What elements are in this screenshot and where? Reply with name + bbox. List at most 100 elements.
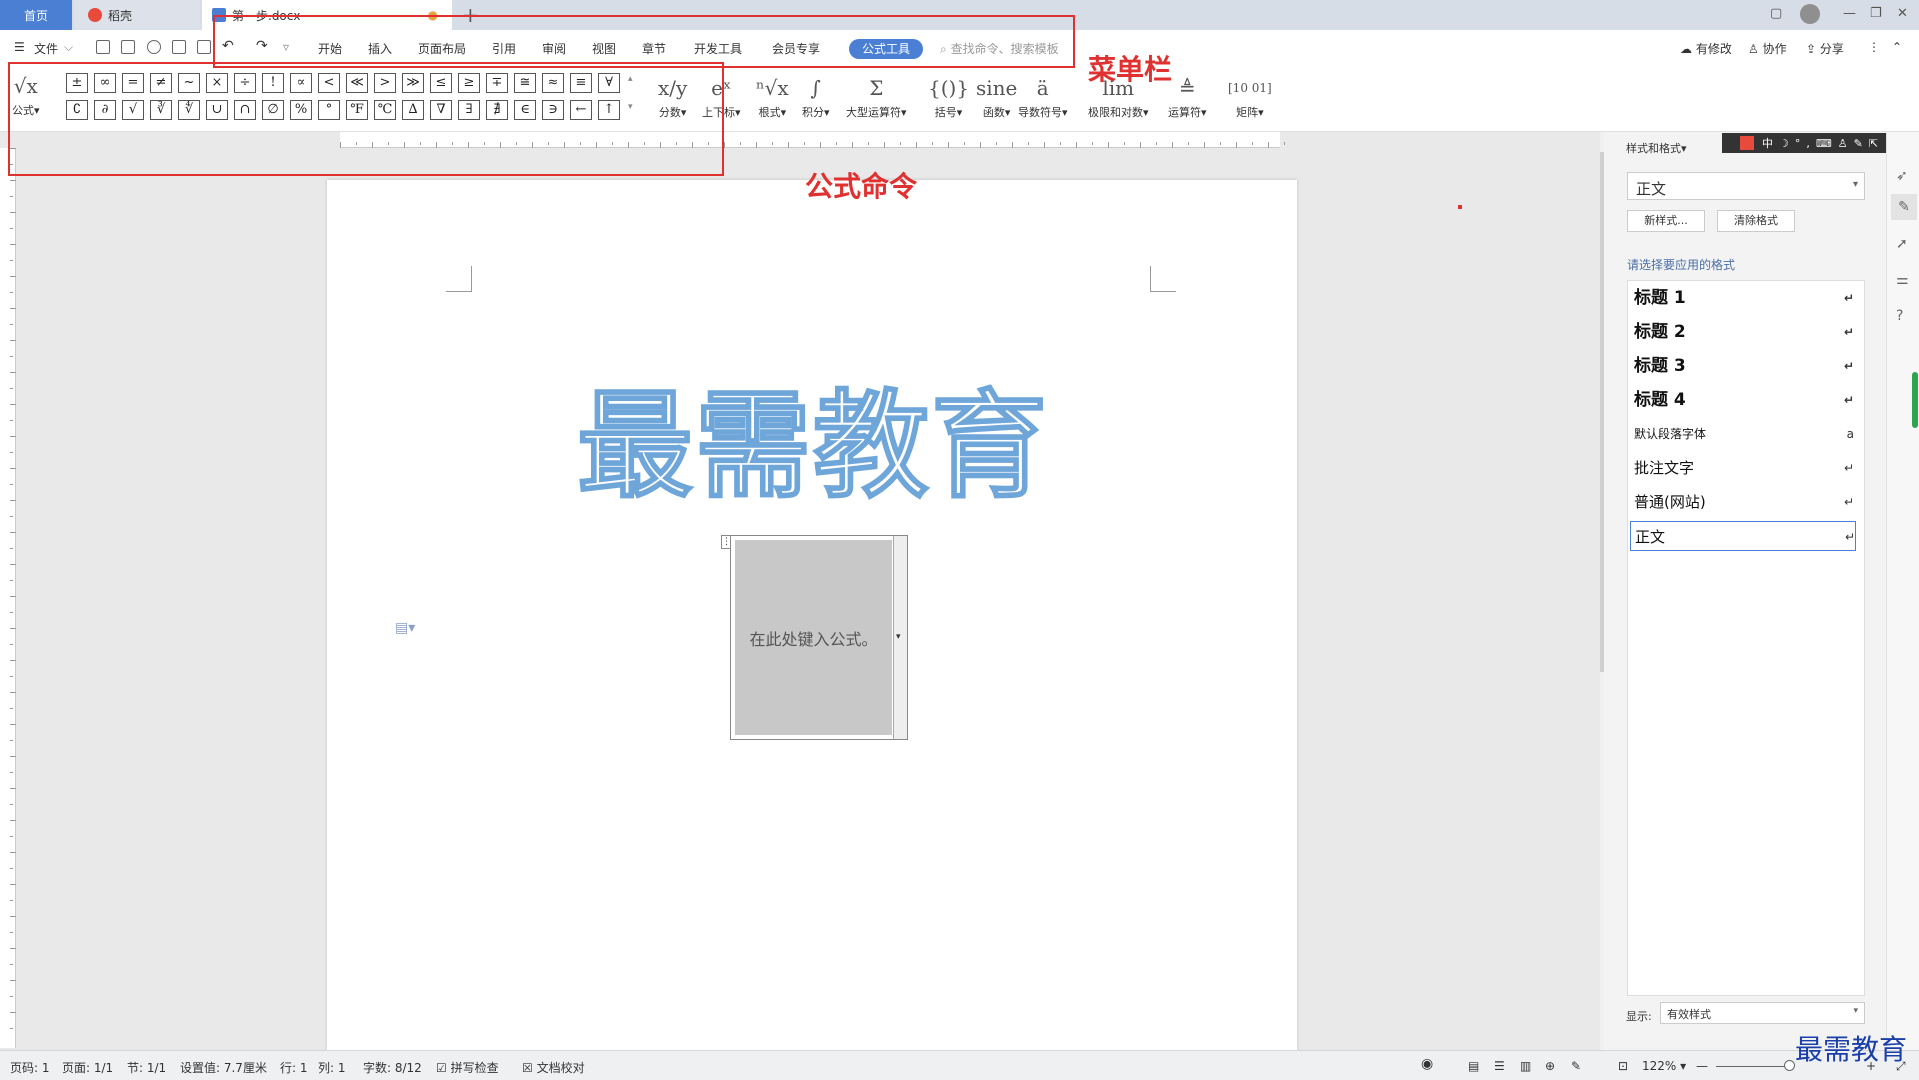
web-view-icon[interactable]: ⊕: [1545, 1059, 1555, 1073]
window-layout-icon[interactable]: ▢: [1770, 6, 1782, 21]
ribbon-group-6[interactable]: sine 函数▾: [976, 72, 1017, 120]
collapse-ribbon-icon[interactable]: ⌃: [1892, 40, 1902, 54]
style-item[interactable]: 标题 4 ↵: [1634, 385, 1854, 415]
status-page[interactable]: 页面: 1/1: [62, 1059, 113, 1076]
current-style-dropdown[interactable]: 正文 ▾: [1627, 172, 1865, 200]
sliders-icon[interactable]: ⚌: [1896, 272, 1909, 288]
style-item-label: 标题 4: [1634, 390, 1686, 410]
page-view-icon[interactable]: ▤: [1468, 1059, 1479, 1073]
show-filter-dropdown[interactable]: 有效样式 ▾: [1660, 1002, 1865, 1024]
equation-options[interactable]: ▾: [893, 536, 907, 739]
ribbon-group-10[interactable]: [10 01] 矩阵▾: [1228, 72, 1272, 120]
zoom-slider[interactable]: [1716, 1066, 1791, 1067]
minimize-icon[interactable]: —: [1843, 6, 1856, 21]
annotation-menu-bar-box: [213, 15, 1075, 68]
ruler-tick: [10, 180, 16, 181]
daoke-logo-icon: [88, 8, 102, 22]
tab-home[interactable]: 首页: [0, 0, 72, 30]
proof-icon: ☒: [522, 1061, 533, 1075]
ruler-tick: [948, 142, 949, 148]
paste-options-icon[interactable]: ▤▾: [395, 620, 415, 636]
paragraph-mark-icon: ↵: [1843, 359, 1854, 373]
ribbon-group-icon: {()}: [928, 76, 970, 100]
ruler-tick: [10, 932, 13, 933]
more-icon[interactable]: ⋮: [1868, 40, 1880, 54]
collaborate-button[interactable]: ♙ 协作: [1748, 40, 1787, 57]
ribbon-group-5[interactable]: {()} 括号▾: [928, 72, 969, 120]
ruler-tick: [836, 142, 837, 145]
ruler-tick: [10, 468, 16, 469]
style-item-label: 默认段落字体: [1634, 427, 1707, 441]
vertical-ruler[interactable]: [0, 148, 16, 1048]
read-view-icon[interactable]: ▥: [1520, 1059, 1531, 1073]
style-prompt: 请选择要应用的格式: [1627, 258, 1736, 272]
style-item[interactable]: 批注文字 ↵: [1634, 453, 1854, 483]
doc-proof-button[interactable]: ☒ 文档校对: [522, 1059, 585, 1076]
ribbon-group-icon: ≜: [1178, 76, 1196, 100]
ribbon-group-3[interactable]: ∫ 积分▾: [802, 72, 830, 120]
ribbon-group-icon: ⁿ√x: [756, 76, 789, 100]
style-item[interactable]: 标题 1 ↵: [1634, 283, 1854, 313]
ribbon-group-7[interactable]: ä 导数符号▾: [1018, 72, 1068, 120]
paragraph-mark-icon: ↵: [1843, 291, 1854, 305]
ruler-tick: [1124, 142, 1125, 145]
clear-format-button[interactable]: 清除格式: [1717, 210, 1795, 232]
restore-icon[interactable]: ❐: [1870, 6, 1882, 21]
ruler-tick: [10, 1012, 16, 1013]
equation-input-area[interactable]: 在此处键入公式。: [735, 540, 892, 735]
document-page[interactable]: 最需教育 ▤▾ ⋮ 在此处键入公式。 ▾: [327, 180, 1297, 1050]
ruler-tick: [10, 660, 16, 661]
ruler-tick: [1220, 142, 1221, 145]
style-item[interactable]: 正文 ↵: [1630, 521, 1856, 551]
ruler-tick: [10, 820, 16, 821]
new-style-button[interactable]: 新样式...: [1627, 210, 1705, 232]
style-item[interactable]: 标题 2 ↵: [1634, 317, 1854, 347]
spell-check-button[interactable]: ☑ 拼写检查: [436, 1059, 499, 1076]
format-painter-icon[interactable]: [147, 40, 161, 54]
side-scroll-indicator[interactable]: [1912, 372, 1918, 428]
print-preview-icon[interactable]: [197, 40, 211, 54]
revision-button[interactable]: ☁ 有修改: [1680, 40, 1732, 57]
ruler-tick: [10, 708, 13, 709]
cursor-icon[interactable]: ➚: [1896, 236, 1908, 252]
style-item[interactable]: 默认段落字体 a: [1634, 419, 1854, 449]
equation-handle-icon[interactable]: ⋮: [721, 535, 731, 549]
eye-icon[interactable]: ◉: [1421, 1056, 1433, 1072]
ruler-tick: [10, 788, 16, 789]
ribbon-group-icon: sine: [976, 76, 1018, 100]
menu-file[interactable]: 文件: [34, 40, 58, 57]
save-icon[interactable]: [121, 40, 135, 54]
tab-daoke[interactable]: 稻壳: [74, 0, 200, 30]
write-view-icon[interactable]: ✎: [1571, 1059, 1581, 1073]
close-icon[interactable]: ✕: [1897, 6, 1908, 21]
fit-page-icon[interactable]: ⊡: [1618, 1059, 1628, 1073]
zoom-out-icon[interactable]: —: [1696, 1059, 1708, 1073]
print-icon[interactable]: [172, 40, 186, 54]
new-doc-icon[interactable]: [96, 40, 110, 54]
ribbon-group-9[interactable]: ≜ 运算符▾: [1168, 72, 1207, 120]
share-button[interactable]: ⇪ 分享: [1806, 40, 1844, 57]
help-icon[interactable]: ?: [1896, 308, 1903, 324]
status-setting[interactable]: 设置值: 7.7厘米: [180, 1059, 267, 1076]
style-item-label: 普通(网站): [1634, 493, 1706, 511]
panel-title[interactable]: 样式和格式▾: [1626, 140, 1687, 156]
pen-icon[interactable]: ✎: [1891, 194, 1917, 220]
outline-view-icon[interactable]: ☰: [1494, 1059, 1505, 1073]
ruler-tick: [1012, 142, 1013, 148]
ruler-tick: [10, 308, 16, 309]
hamburger-icon[interactable]: ☰: [14, 40, 25, 54]
zoom-slider-handle[interactable]: [1784, 1060, 1795, 1071]
style-item[interactable]: 标题 3 ↵: [1634, 351, 1854, 381]
ribbon-group-4[interactable]: Σ 大型运算符▾: [846, 72, 907, 120]
ruler-tick: [10, 324, 13, 325]
ruler-tick: [10, 516, 13, 517]
zoom-level[interactable]: 122% ▾: [1642, 1059, 1686, 1073]
style-item[interactable]: 普通(网站) ↵: [1634, 487, 1854, 517]
avatar[interactable]: [1800, 4, 1820, 24]
equation-editor[interactable]: ⋮ 在此处键入公式。 ▾: [721, 535, 908, 740]
status-words[interactable]: 字数: 8/12: [363, 1059, 422, 1076]
ribbon-group-2[interactable]: ⁿ√x 根式▾: [756, 72, 789, 120]
ribbon-group-label: 矩阵: [1236, 106, 1259, 119]
style-item-label: 正文: [1635, 528, 1666, 546]
rocket-icon[interactable]: ➶: [1896, 168, 1908, 184]
